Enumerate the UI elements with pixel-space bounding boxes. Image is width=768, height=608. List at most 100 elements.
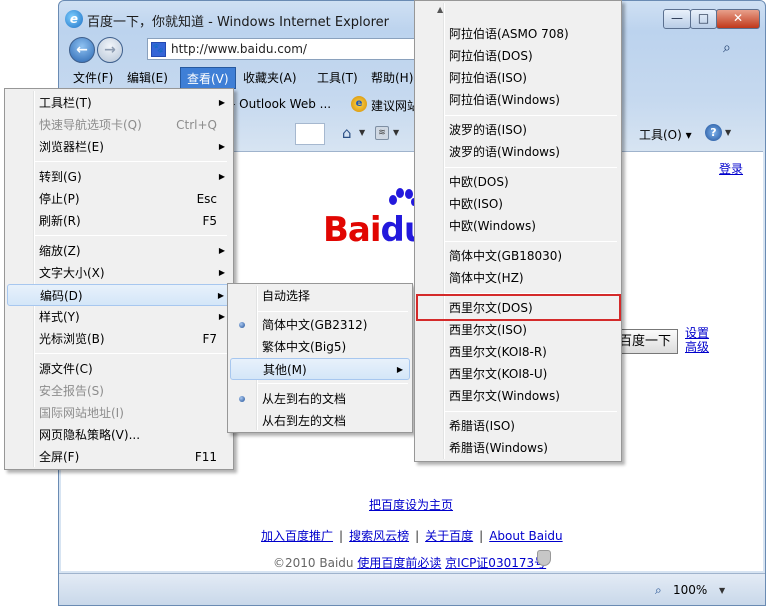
view-menu-text-size[interactable]: 文字大小(X) ▶: [7, 262, 231, 284]
encoding-greek-iso[interactable]: 希腊语(ISO): [417, 415, 619, 437]
menu-tools[interactable]: 工具(T): [311, 67, 364, 89]
encoding-arabic-asmo708[interactable]: 阿拉伯语(ASMO 708): [417, 23, 619, 45]
menu-separator: [258, 383, 408, 384]
encoding-gb18030[interactable]: 简体中文(GB18030): [417, 245, 619, 267]
selected-bullet-icon: [239, 396, 245, 402]
encoding-baltic-iso[interactable]: 波罗的语(ISO): [417, 119, 619, 141]
encoding-submenu: 自动选择 简体中文(GB2312) 繁体中文(Big5) 其他(M) ▶ 从左到右…: [227, 283, 413, 433]
view-menu-full-screen[interactable]: 全屏(F) F11: [7, 446, 231, 468]
encoding-auto-select[interactable]: 自动选择: [230, 285, 410, 307]
footer-link-about-en[interactable]: About Baidu: [489, 529, 562, 543]
view-menu-go-to[interactable]: 转到(G) ▶: [7, 166, 231, 188]
copyright-icp-link[interactable]: 京ICP证030173号: [445, 556, 546, 570]
encoding-cyrillic-koi8u[interactable]: 西里尔文(KOI8-U): [417, 363, 619, 385]
zoom-dropdown-icon[interactable]: ▼: [719, 586, 725, 595]
view-menu-caret-browsing[interactable]: 光标浏览(B) F7: [7, 328, 231, 350]
favorite-outlook[interactable]: - Outlook Web ...: [231, 97, 331, 111]
view-menu-quick-tabs[interactable]: 快速导航选项卡(Q) Ctrl+Q: [7, 114, 231, 136]
menu-favorites[interactable]: 收藏夹(A): [237, 67, 303, 89]
encoding-more[interactable]: 其他(M) ▶: [230, 358, 410, 380]
view-menu-privacy-policy[interactable]: 网页隐私策略(V)...: [7, 424, 231, 446]
selected-bullet-icon: [239, 322, 245, 328]
close-button[interactable]: ✕: [716, 9, 760, 29]
more-encodings-submenu: ▲ 阿拉伯语(ASMO 708) 阿拉伯语(DOS) 阿拉伯语(ISO) 阿拉伯…: [414, 0, 622, 462]
minimize-button[interactable]: —: [663, 9, 691, 29]
search-icon[interactable]: ⌕: [723, 40, 731, 56]
copyright-terms-link[interactable]: 使用百度前必读: [357, 556, 441, 570]
address-url: http://www.baidu.com/: [171, 42, 307, 56]
encoding-central-europe-iso[interactable]: 中欧(ISO): [417, 193, 619, 215]
title-bar: e 百度一下，你就知道 - Windows Internet Explorer …: [59, 1, 765, 35]
baidu-paw-icon: [389, 188, 417, 206]
menu-separator: [445, 167, 617, 168]
view-menu-style[interactable]: 样式(Y) ▶: [7, 306, 231, 328]
footer-link-promotion[interactable]: 加入百度推广: [261, 529, 333, 543]
baidu-search-button[interactable]: 百度一下: [616, 329, 678, 354]
view-menu-encoding[interactable]: 编码(D) ▶: [7, 284, 231, 306]
encoding-cyrillic-koi8r[interactable]: 西里尔文(KOI8-R): [417, 341, 619, 363]
baidu-logo: Baidu: [323, 210, 428, 250]
menu-separator: [445, 411, 617, 412]
view-menu-stop[interactable]: 停止(P) Esc: [7, 188, 231, 210]
ie-logo-icon: e: [65, 10, 83, 28]
menu-separator: [258, 311, 408, 312]
encoding-cyrillic-windows[interactable]: 西里尔文(Windows): [417, 385, 619, 407]
view-menu-security-report[interactable]: 安全报告(S): [7, 380, 231, 402]
forward-button[interactable]: →: [97, 37, 123, 63]
menu-separator: [445, 115, 617, 116]
suggested-sites-icon: e: [351, 96, 367, 112]
view-menu-toolbars[interactable]: 工具栏(T) ▶: [7, 92, 231, 114]
view-menu-refresh[interactable]: 刷新(R) F5: [7, 210, 231, 232]
menu-separator: [445, 241, 617, 242]
encoding-rtl[interactable]: 从右到左的文档: [230, 410, 410, 432]
help-icon[interactable]: ?: [705, 124, 722, 141]
footer-link-rankings[interactable]: 搜索风云榜: [349, 529, 409, 543]
encoding-cyrillic-iso[interactable]: 西里尔文(ISO): [417, 319, 619, 341]
encoding-big5[interactable]: 繁体中文(Big5): [230, 336, 410, 358]
menu-help[interactable]: 帮助(H): [365, 67, 419, 89]
address-row: ← → 🐾 http://www.baidu.com/ ▼ ⧉ ↻ ⌕: [59, 35, 765, 65]
feed-icon[interactable]: ≋: [375, 126, 389, 140]
help-dropdown-icon[interactable]: ▼: [725, 128, 731, 137]
home-icon[interactable]: ⌂: [342, 124, 352, 142]
copyright: ©2010 Baidu 使用百度前必读 京ICP证030173号: [273, 556, 547, 570]
encoding-arabic-iso[interactable]: 阿拉伯语(ISO): [417, 67, 619, 89]
view-menu-intl-address[interactable]: 国际网站地址(I): [7, 402, 231, 424]
encoding-central-europe-dos[interactable]: 中欧(DOS): [417, 171, 619, 193]
encoding-arabic-dos[interactable]: 阿拉伯语(DOS): [417, 45, 619, 67]
shield-icon: [537, 550, 551, 566]
back-button[interactable]: ←: [69, 37, 95, 63]
new-tab[interactable]: [295, 123, 325, 145]
zoom-level[interactable]: 100%: [673, 583, 707, 597]
zoom-icon[interactable]: ⌕: [655, 583, 662, 598]
home-dropdown-icon[interactable]: ▼: [359, 128, 365, 137]
view-menu: 工具栏(T) ▶ 快速导航选项卡(Q) Ctrl+Q 浏览器栏(E) ▶ 转到(G) ▶…: [4, 88, 234, 470]
view-menu-source[interactable]: 源文件(C): [7, 358, 231, 380]
highlight-annotation-box: [416, 294, 621, 321]
encoding-baltic-windows[interactable]: 波罗的语(Windows): [417, 141, 619, 163]
favorite-suggested-sites[interactable]: 建议网站: [371, 97, 419, 114]
encoding-ltr[interactable]: 从左到右的文档: [230, 388, 410, 410]
view-menu-zoom[interactable]: 缩放(Z) ▶: [7, 240, 231, 262]
menu-file[interactable]: 文件(F): [67, 67, 119, 89]
menu-separator: [35, 235, 227, 236]
feed-dropdown-icon[interactable]: ▼: [393, 128, 399, 137]
footer-link-about-cn[interactable]: 关于百度: [425, 529, 473, 543]
advanced-link[interactable]: 高级: [685, 338, 709, 355]
encoding-hz[interactable]: 简体中文(HZ): [417, 267, 619, 289]
tools-button[interactable]: 工具(O) ▾: [639, 126, 692, 143]
encoding-greek-windows[interactable]: 希腊语(Windows): [417, 437, 619, 459]
scroll-up-icon[interactable]: ▲: [437, 5, 443, 14]
maximize-button[interactable]: □: [690, 9, 717, 29]
encoding-central-europe-windows[interactable]: 中欧(Windows): [417, 215, 619, 237]
encoding-arabic-windows[interactable]: 阿拉伯语(Windows): [417, 89, 619, 111]
set-homepage-link[interactable]: 把百度设为主页: [369, 496, 453, 513]
encoding-gb2312[interactable]: 简体中文(GB2312): [230, 314, 410, 336]
menu-view[interactable]: 查看(V): [180, 67, 236, 89]
view-menu-explorer-bars[interactable]: 浏览器栏(E) ▶: [7, 136, 231, 158]
menu-separator: [35, 353, 227, 354]
login-link[interactable]: 登录: [719, 160, 743, 177]
menu-separator: [35, 161, 227, 162]
menu-edit[interactable]: 编辑(E): [121, 67, 174, 89]
status-bar: ⌕ 100% ▼: [59, 573, 765, 605]
